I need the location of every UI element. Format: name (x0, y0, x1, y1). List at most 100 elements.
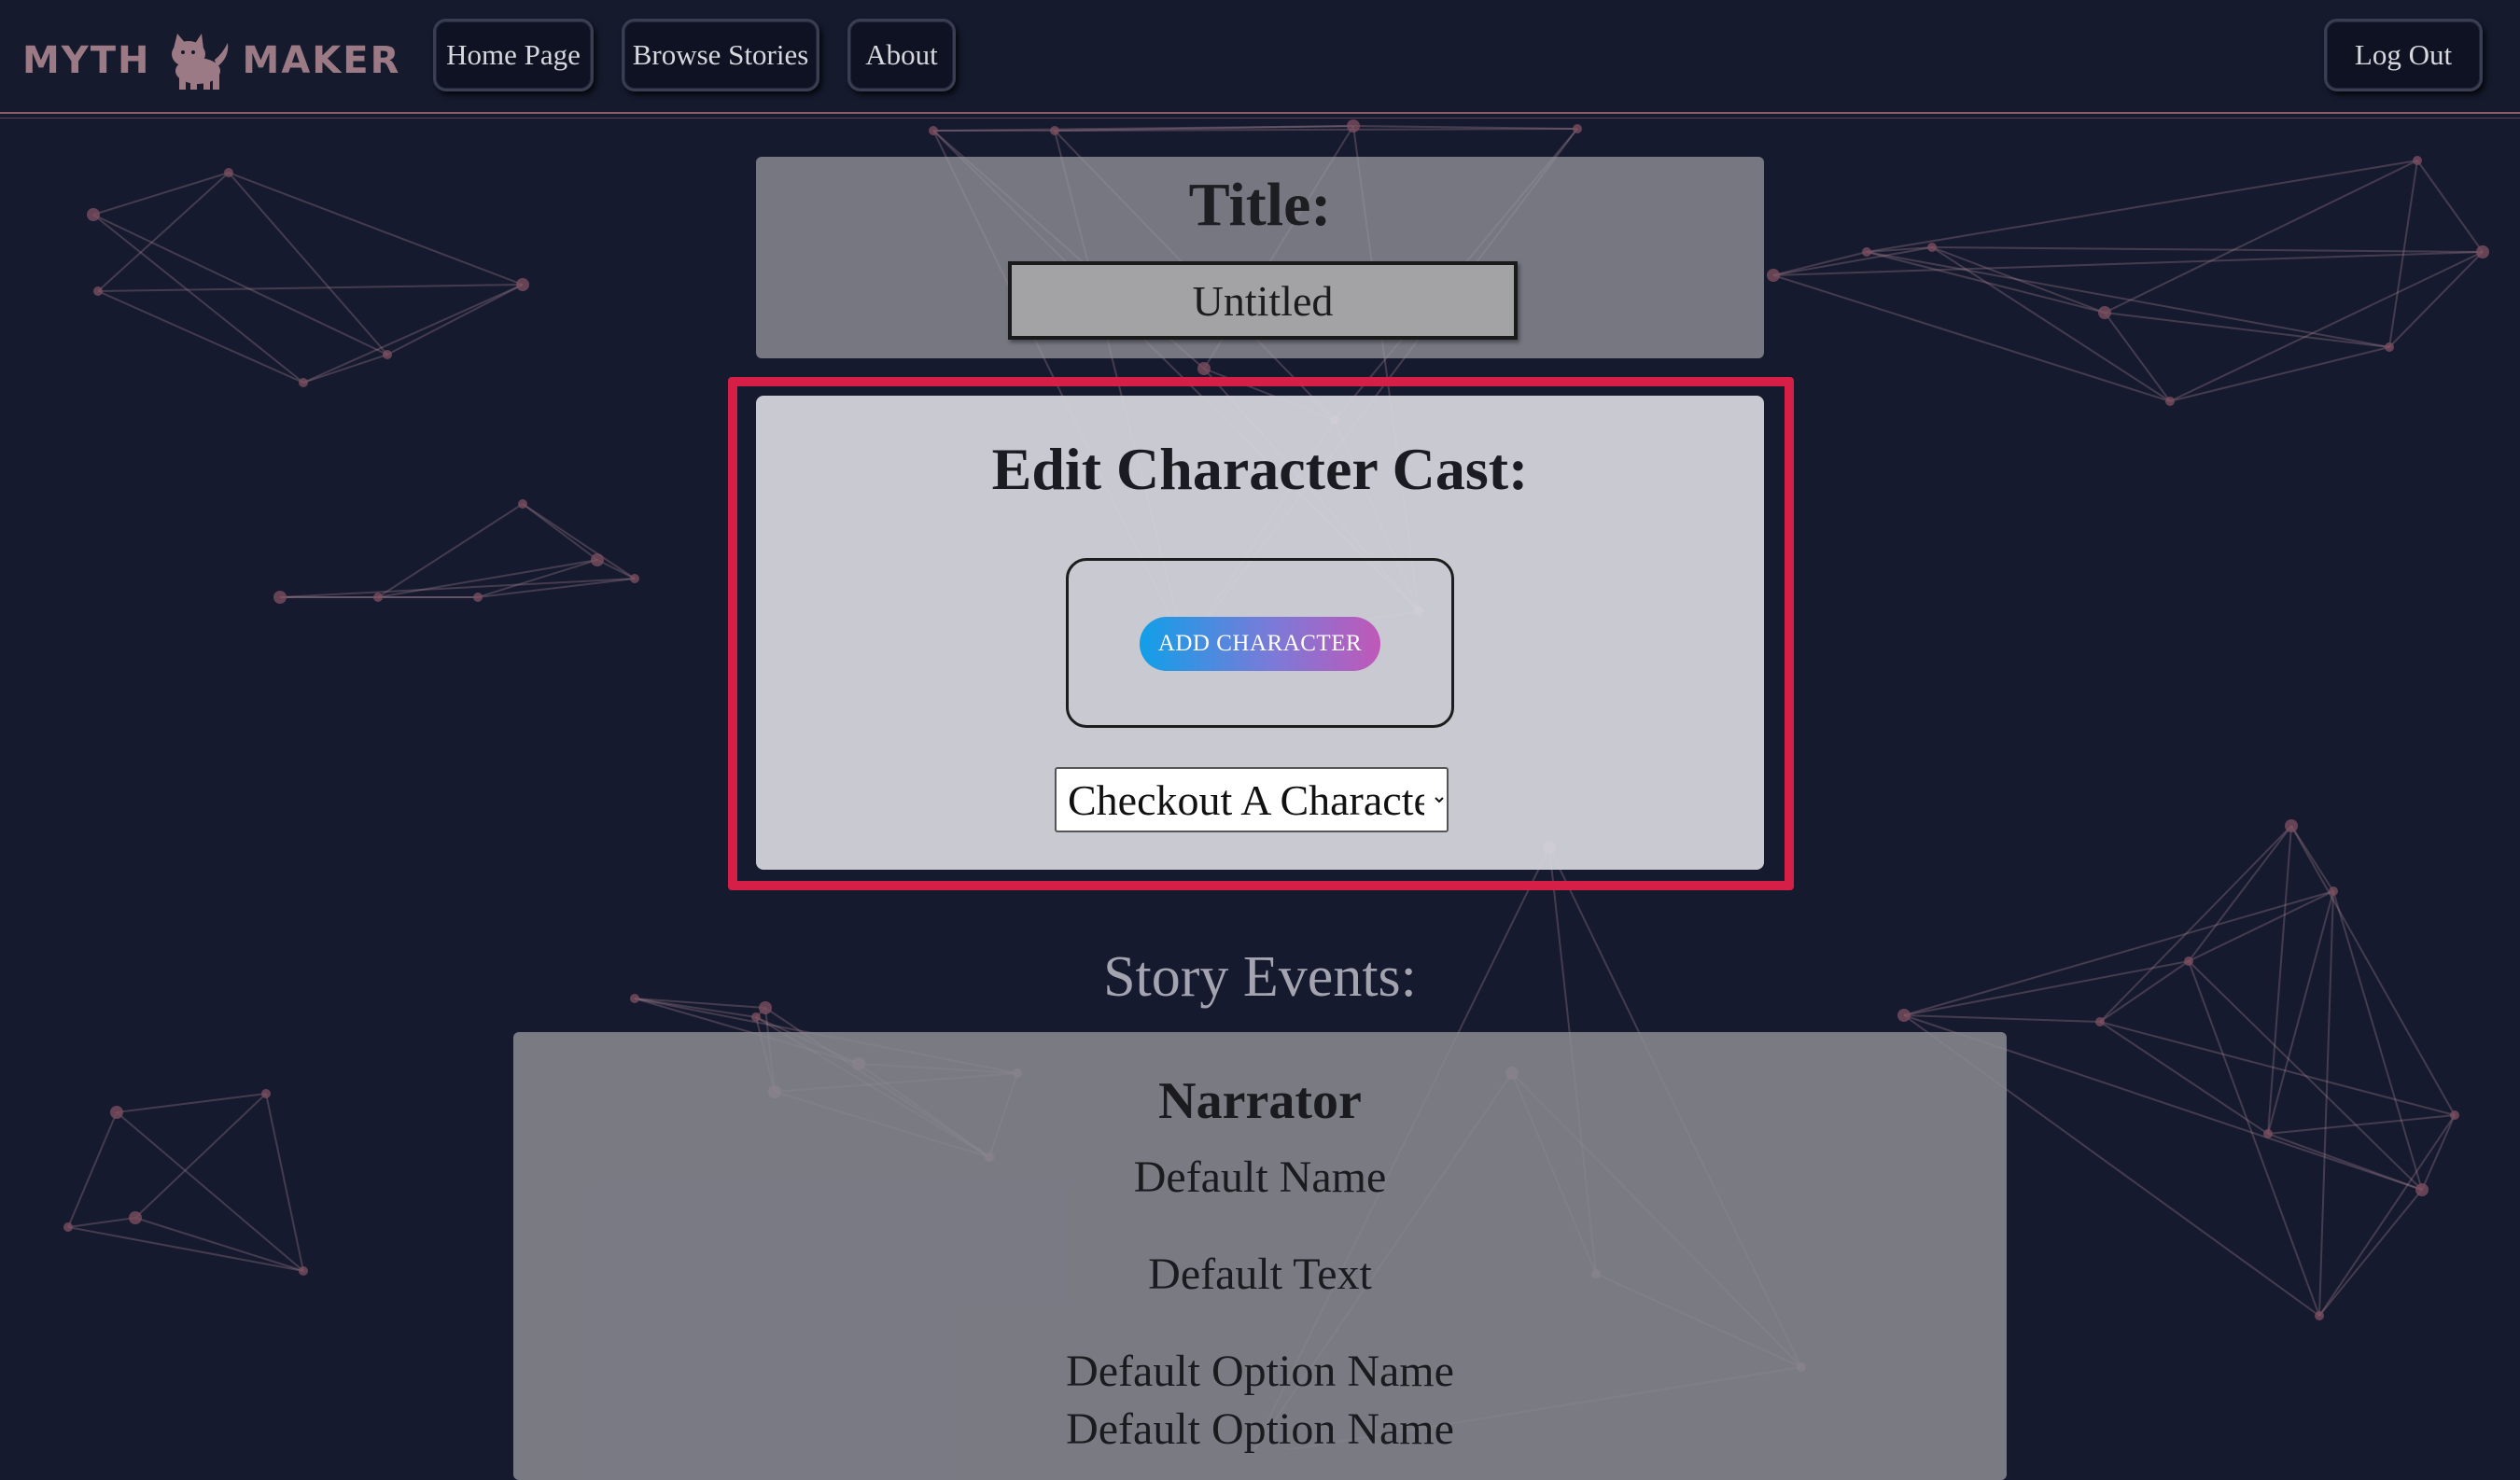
nav-home-page-button[interactable]: Home Page (433, 19, 594, 91)
constellation-node (299, 1266, 308, 1276)
constellation-line (2267, 1133, 2423, 1191)
constellation-line (2188, 825, 2292, 962)
event-text: Default Text (1148, 1250, 1372, 1299)
constellation-node (373, 593, 383, 602)
constellation-line (116, 1093, 267, 1113)
constellation-line (1931, 246, 2171, 402)
event-option[interactable]: Default Option Name (513, 1346, 2007, 1397)
constellation-line (97, 284, 524, 292)
event-character-name: Default Name (1133, 1152, 1387, 1202)
constellation-node (383, 350, 392, 359)
constellation-line (97, 290, 304, 384)
constellation-node (1767, 269, 1780, 282)
constellation-node (110, 1106, 123, 1119)
constellation-node (2285, 819, 2298, 832)
add-character-container: ADD CHARACTER (1066, 558, 1454, 728)
constellation-line (302, 354, 388, 384)
constellation-line (92, 172, 230, 216)
add-character-button[interactable]: ADD CHARACTER (1140, 617, 1380, 671)
constellation-node (2095, 1017, 2105, 1026)
constellation-line (67, 1111, 118, 1228)
constellation-line (228, 172, 388, 356)
constellation-node (1197, 362, 1211, 375)
title-panel: Title: (756, 157, 1764, 358)
constellation-node (2385, 342, 2394, 352)
constellation-line (67, 1217, 136, 1228)
constellation-line (1931, 246, 2484, 253)
constellation-line (2416, 160, 2484, 253)
cat-mascot-icon (171, 34, 228, 90)
constellation-node (1573, 124, 1582, 133)
log-out-button[interactable]: Log Out (2324, 19, 2483, 91)
constellation-node (1897, 1009, 1911, 1022)
event-option[interactable]: Default Option Name (513, 1403, 2007, 1455)
constellation-line (2388, 251, 2484, 348)
constellation-node (63, 1222, 73, 1232)
constellation-line (134, 1093, 267, 1219)
constellation-node (129, 1211, 142, 1224)
constellation-line (522, 503, 636, 579)
constellation-node (1347, 119, 1360, 133)
constellation-line (2104, 160, 2418, 314)
myth-maker-logo[interactable]: MYTH MAKER (22, 28, 400, 93)
constellation-node (2450, 1110, 2459, 1120)
constellation-line (477, 578, 636, 598)
constellation-node (591, 553, 604, 566)
constellation-node (2415, 1183, 2429, 1196)
constellation-node (87, 208, 100, 221)
story-events-heading: Story Events: (1103, 945, 1417, 1009)
constellation-line (477, 559, 598, 598)
constellation-line (377, 559, 598, 598)
constellation-node (2413, 156, 2422, 165)
constellation-node (261, 1089, 271, 1098)
constellation-node (224, 168, 233, 177)
title-heading: Title: (1188, 171, 1332, 239)
constellation-line (92, 214, 388, 356)
constellation-line (302, 284, 524, 384)
constellation-line (2332, 890, 2423, 1191)
constellation-line (2169, 346, 2390, 402)
constellation-line (377, 503, 524, 598)
nav-browse-stories-button[interactable]: Browse Stories (622, 19, 819, 91)
constellation-node (630, 574, 639, 583)
constellation-node (1050, 126, 1059, 135)
constellation-node (751, 1012, 761, 1022)
constellation-line (2421, 1114, 2456, 1191)
constellation-node (273, 591, 287, 604)
constellation-line (2099, 1021, 2269, 1135)
constellation-node (1862, 247, 1871, 257)
constellation-node (2476, 245, 2489, 258)
event-speaker: Narrator (1158, 1072, 1362, 1130)
constellation-line (228, 172, 524, 286)
constellation-node (473, 593, 483, 602)
constellation-node (299, 378, 308, 387)
constellation-line (386, 284, 524, 356)
header-divider-secondary (0, 118, 2520, 119)
constellation-line (2104, 312, 2171, 402)
constellation-node (93, 286, 103, 296)
constellation-node (2315, 1311, 2324, 1320)
logo-text-maker: MAKER (242, 39, 401, 82)
story-title-input[interactable] (1008, 261, 1518, 340)
constellation-node (2329, 887, 2338, 896)
constellation-line (1903, 1014, 2101, 1023)
constellation-line (97, 172, 230, 292)
constellation-line (2318, 1189, 2423, 1317)
checkout-character-select[interactable]: Checkout A Character (1055, 767, 1449, 832)
story-event-card[interactable]: Narrator Default Name Default Text Defau… (513, 1032, 2007, 1480)
top-navigation-bar: MYTH MAKER Home Page Browse Stories Abou… (0, 0, 2520, 112)
constellation-line (1866, 251, 2390, 348)
nav-about-button[interactable]: About (847, 19, 956, 91)
cast-heading: Edit Character Cast: (991, 436, 1529, 502)
constellation-line (279, 578, 636, 598)
constellation-node (518, 499, 527, 509)
logo-text-myth: MYTH (22, 39, 151, 82)
constellation-line (1866, 160, 2418, 253)
constellation-line (1772, 274, 2171, 402)
constellation-node (2263, 1129, 2273, 1138)
character-cast-panel: Edit Character Cast: ADD CHARACTER Check… (756, 396, 1764, 870)
constellation-node (516, 278, 529, 291)
constellation-line (2318, 1114, 2456, 1317)
constellation-node (2165, 397, 2175, 406)
header-divider (0, 112, 2520, 114)
